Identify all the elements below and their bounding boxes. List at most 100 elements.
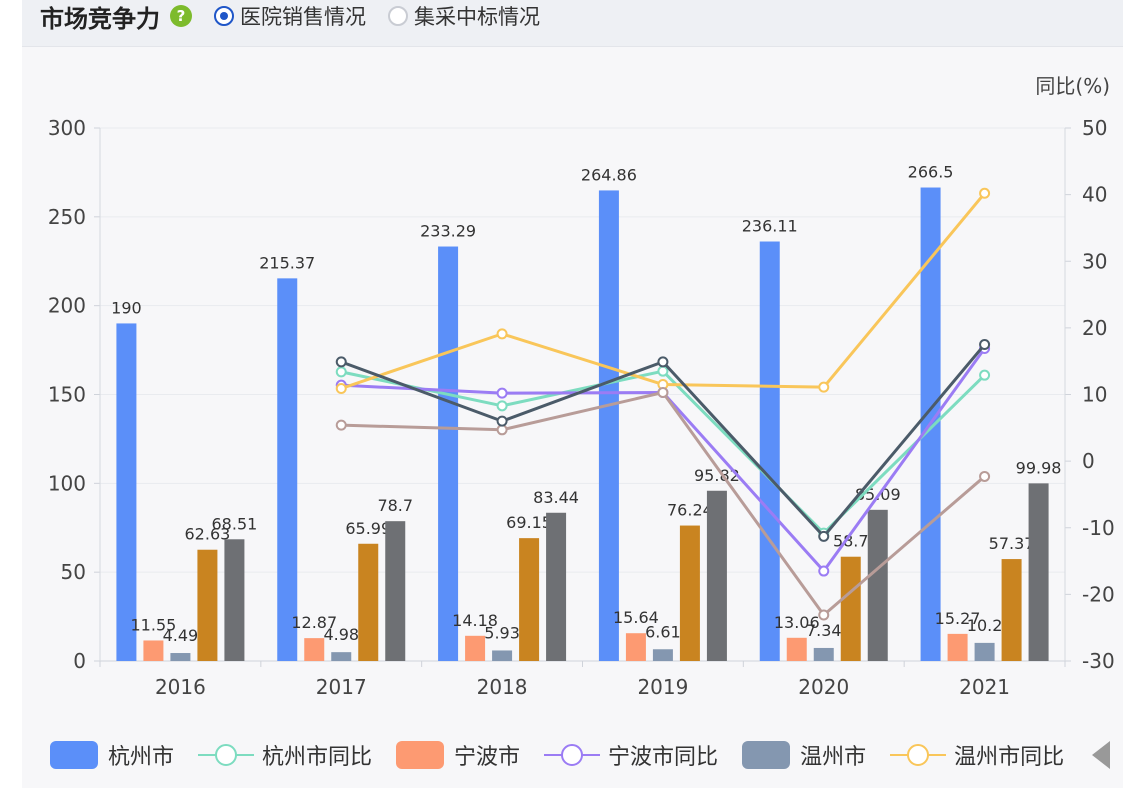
legend-bar-swatch: [742, 741, 791, 769]
bar-value-label: 7.34: [806, 621, 842, 640]
y-left-tick-label: 150: [48, 383, 86, 407]
bar: [840, 556, 861, 661]
bar-value-label: 4.98: [323, 625, 359, 644]
line-point: [979, 339, 991, 351]
line-point: [818, 530, 830, 542]
bar-value-label: 215.37: [259, 253, 315, 272]
legend-label: 温州市: [800, 745, 867, 770]
y-right-tick-label: 20: [1082, 316, 1107, 340]
bar-value-label: 5.93: [484, 623, 520, 642]
y-right-tick-label: 40: [1082, 183, 1107, 207]
line-point: [818, 609, 830, 621]
combo-chart: 0 50 100 150 200 250 300 -30 -20 -10 0 10 20 30 40 50 同比…: [48, 74, 1115, 699]
y-right-tick-label: 0: [1082, 449, 1095, 473]
bar-value-label: 233.29: [420, 222, 476, 241]
bar-value-label: 236.11: [742, 217, 798, 236]
bar: [786, 637, 807, 661]
bar: [652, 649, 673, 661]
legend-marker: [561, 744, 584, 766]
x-tick-label: 2021: [959, 675, 1010, 699]
line-point: [496, 387, 508, 399]
legend-item[interactable]: 宁波市: [396, 739, 520, 771]
x-tick-label: 2016: [155, 675, 206, 699]
line-point: [496, 415, 508, 427]
bar: [116, 323, 137, 661]
bar-value-label: 99.98: [1016, 458, 1062, 477]
y-left-tick-label: 300: [48, 116, 86, 140]
bar-value-label: 78.7: [377, 496, 413, 515]
line-point: [979, 470, 991, 482]
line-point: [335, 356, 347, 368]
y-right-tick-label: 30: [1082, 249, 1107, 273]
line-point: [335, 366, 347, 378]
line-point: [496, 328, 508, 340]
legend-item[interactable]: 温州市: [742, 739, 866, 771]
bar: [358, 543, 379, 661]
legend-item[interactable]: 杭州市: [50, 739, 174, 771]
bar: [813, 647, 834, 661]
legend-prev-arrow-icon[interactable]: [1092, 741, 1110, 769]
bar-value-label: 69.15: [506, 513, 552, 532]
bar: [465, 635, 486, 661]
legend-item[interactable]: 温州市同比: [890, 739, 1064, 771]
bar-value-label: 83.44: [533, 488, 579, 507]
bar-value-label: 65.99: [345, 519, 391, 538]
bar-value-label: 57.37: [989, 534, 1035, 553]
legend-label: 宁波市: [454, 745, 521, 770]
x-tick-label: 2018: [477, 675, 528, 699]
legend-label: 宁波市同比: [608, 745, 719, 770]
bar: [867, 509, 888, 661]
bar: [224, 539, 245, 661]
bar: [385, 521, 406, 661]
bar: [974, 642, 995, 661]
bar: [706, 490, 727, 661]
line-point: [657, 356, 669, 368]
legend-marker: [907, 744, 930, 766]
bar: [438, 246, 459, 662]
line-point: [496, 400, 508, 412]
legend-label: 杭州市: [108, 745, 175, 770]
line-point: [657, 365, 669, 377]
x-tick-label: 2017: [316, 675, 367, 699]
bar: [679, 525, 700, 661]
legend-item[interactable]: 宁波市同比: [544, 739, 718, 771]
bar: [492, 650, 513, 661]
y-left-tick-label: 50: [61, 560, 86, 584]
legend-label: 温州市同比: [954, 745, 1065, 770]
y-left-tick-label: 0: [73, 649, 86, 673]
legend-bar-swatch: [50, 741, 98, 769]
legend-bar-swatch: [396, 741, 445, 769]
bar-value-label: 10.2: [967, 616, 1003, 635]
line-point: [979, 369, 991, 381]
line-point: [818, 565, 830, 577]
bar: [1001, 559, 1022, 661]
legend-item[interactable]: 杭州市同比: [198, 739, 372, 771]
bar-value-label: 6.61: [645, 622, 681, 641]
bar-value-label: 68.51: [212, 514, 258, 533]
x-tick-label: 2019: [637, 675, 688, 699]
legend-line-swatch: [198, 741, 255, 769]
bar-value-label: 266.5: [908, 163, 954, 182]
legend-items: 杭州市 杭州市同比 宁波市 宁波市同比 温州市 温州市同比: [50, 735, 1080, 775]
line-point: [335, 383, 347, 395]
bar: [143, 640, 164, 661]
y-right-axis-label: 同比(%): [1035, 74, 1110, 98]
bar: [170, 653, 191, 661]
y-left-tick-label: 200: [48, 294, 86, 318]
line-point: [496, 424, 508, 436]
y-right-tick-label: 50: [1082, 116, 1107, 140]
bar: [546, 512, 567, 661]
legend-line-swatch: [544, 741, 601, 769]
legend: 杭州市 杭州市同比 宁波市 宁波市同比 温州市 温州市同比: [50, 735, 1080, 775]
bar: [304, 638, 325, 661]
bar-value-label: 4.49: [163, 626, 199, 645]
bar: [1028, 483, 1049, 661]
bar: [519, 538, 540, 661]
bar-value-label: 76.24: [667, 501, 713, 520]
bar: [759, 241, 780, 661]
bar-value-label: 190: [111, 298, 142, 317]
y-left-tick-label: 250: [48, 205, 86, 229]
y-right-tick-label: -20: [1082, 582, 1115, 606]
legend-line-swatch: [890, 741, 947, 769]
bar: [598, 190, 619, 661]
